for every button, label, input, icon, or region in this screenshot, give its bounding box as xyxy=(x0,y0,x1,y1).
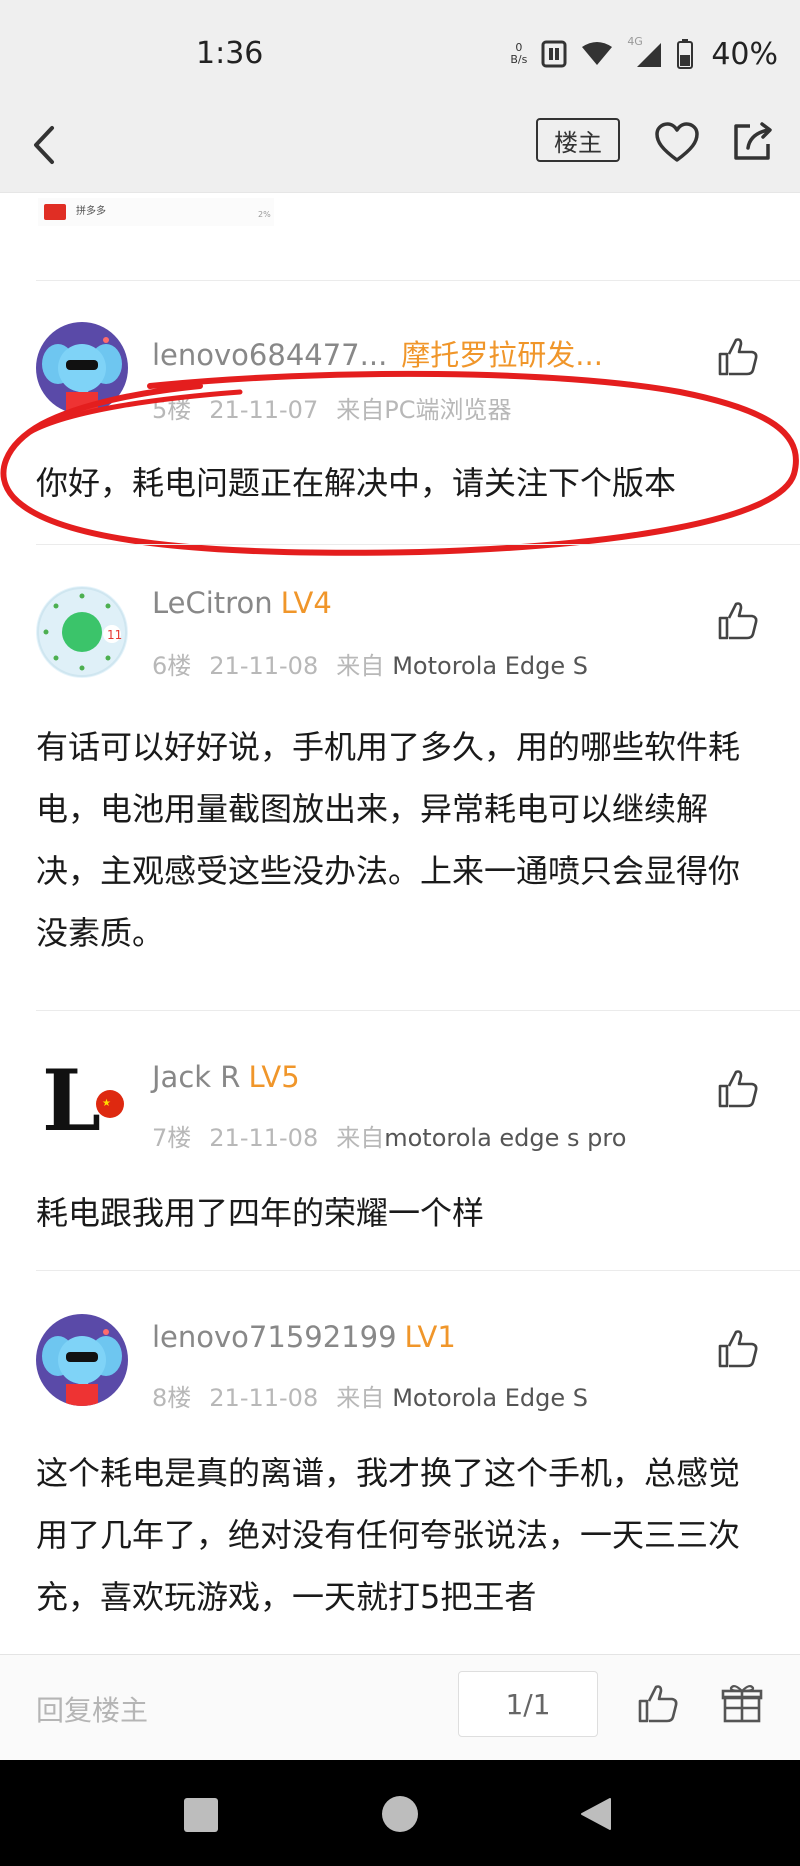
divider xyxy=(36,280,800,281)
floor-number: 6楼 xyxy=(152,652,192,680)
wifi-icon xyxy=(582,42,613,65)
username[interactable]: LeCitron xyxy=(152,586,273,620)
status-icons: 0 B/s 4G 40% xyxy=(510,34,778,74)
avatar[interactable]: L ★ xyxy=(36,1050,128,1142)
post-meta: 5楼 21-11-07 来自PC端浏览器 xyxy=(152,390,529,425)
heart-icon[interactable] xyxy=(652,118,702,168)
post-username-row: lenovo684477... 摩托罗拉研发... xyxy=(152,332,603,374)
username[interactable]: lenovo684477... xyxy=(152,338,387,372)
thumbs-up-icon[interactable] xyxy=(716,1326,760,1370)
username[interactable]: Jack R xyxy=(152,1060,240,1094)
floor-number: 7楼 xyxy=(152,1124,192,1152)
bottom-reply-bar: 回复楼主 1/1 xyxy=(0,1654,800,1761)
gift-icon[interactable] xyxy=(720,1681,764,1725)
thumbs-up-icon[interactable] xyxy=(636,1681,680,1725)
post-source: Motorola Edge S xyxy=(392,652,588,680)
avatar[interactable] xyxy=(36,1314,128,1406)
post-content: 有话可以好好说，手机用了多久，用的哪些软件耗电，电池用量截图放出来，异常耗电可以… xyxy=(36,728,741,952)
user-level-badge: LV4 xyxy=(280,586,332,620)
elephant-avatar-icon xyxy=(36,1314,128,1406)
elephant-avatar-icon xyxy=(36,322,128,414)
post-meta: 6楼 21-11-08 来自 Motorola Edge S xyxy=(152,646,606,681)
user-level-badge: LV5 xyxy=(248,1060,300,1094)
post-date: 21-11-07 xyxy=(209,396,319,424)
network-speed: 0 B/s xyxy=(510,41,528,66)
post-date: 21-11-08 xyxy=(209,652,319,680)
home-icon[interactable] xyxy=(382,1796,418,1832)
status-bar: 1:36 0 B/s 4G 40% xyxy=(0,0,800,100)
page-selector[interactable]: 1/1 xyxy=(458,1671,598,1737)
gothic-letter-avatar-icon: L ★ xyxy=(36,1050,128,1142)
svg-text:11: 11 xyxy=(107,628,122,642)
post-username-row: lenovo71592199 LV1 xyxy=(152,1320,456,1354)
signal-icon: 4G xyxy=(627,35,663,69)
back-triangle-icon[interactable] xyxy=(578,1796,614,1832)
avatar[interactable] xyxy=(36,322,128,414)
top-toolbar: 楼主 xyxy=(0,100,800,193)
divider xyxy=(36,1270,800,1271)
user-level-badge: LV1 xyxy=(404,1320,456,1354)
floor-number: 8楼 xyxy=(152,1384,192,1412)
post-source: Motorola Edge S xyxy=(392,1384,588,1412)
source-prefix: 来自 xyxy=(336,1124,385,1152)
recents-icon[interactable] xyxy=(184,1798,218,1832)
ad-title: 拼多多 xyxy=(76,206,106,217)
username[interactable]: lenovo71592199 xyxy=(152,1320,397,1354)
svg-text:★: ★ xyxy=(102,1098,111,1109)
post-meta: 7楼 21-11-08 来自motorola edge s pro xyxy=(152,1118,644,1153)
post-username-row: LeCitron LV4 xyxy=(152,586,332,620)
post-date: 21-11-08 xyxy=(209,1384,319,1412)
only-op-button[interactable]: 楼主 xyxy=(536,118,620,162)
thumbs-up-icon[interactable] xyxy=(716,334,760,378)
android-clock-avatar-icon: 11 xyxy=(36,586,128,678)
chevron-left-icon[interactable] xyxy=(22,120,72,170)
battery-icon xyxy=(677,39,694,69)
reply-input[interactable]: 回复楼主 xyxy=(36,1689,148,1729)
system-nav-bar xyxy=(0,1760,800,1866)
divider xyxy=(36,544,800,545)
post-source: motorola edge s pro xyxy=(384,1124,627,1152)
post-source: 来自PC端浏览器 xyxy=(336,396,512,424)
thumbs-up-icon[interactable] xyxy=(716,598,760,642)
post-username-row: Jack R LV5 xyxy=(152,1060,300,1094)
ad-percent: 2% xyxy=(258,210,271,219)
user-tag: 摩托罗拉研发... xyxy=(401,338,603,372)
avatar[interactable]: 11 xyxy=(36,586,128,678)
pinduoduo-logo-icon xyxy=(44,204,66,220)
status-time: 1:36 xyxy=(196,36,264,71)
divider xyxy=(36,1010,800,1011)
svg-text:L: L xyxy=(42,1051,101,1142)
post-date: 21-11-08 xyxy=(209,1124,319,1152)
source-prefix: 来自 xyxy=(336,652,385,680)
floor-number: 5楼 xyxy=(152,396,192,424)
nfc-icon xyxy=(541,40,567,68)
post-content: 你好，耗电问题正在解决中，请关注下个版本 xyxy=(36,464,677,502)
source-prefix: 来自 xyxy=(336,1384,385,1412)
thumbs-up-icon[interactable] xyxy=(716,1066,760,1110)
post-content: 这个耗电是真的离谱，我才换了这个手机，总感觉用了几年了，绝对没有任何夸张说法，一… xyxy=(36,1454,741,1616)
share-icon[interactable] xyxy=(728,116,778,166)
post-content: 耗电跟我用了四年的荣耀一个样 xyxy=(36,1194,485,1232)
ad-banner[interactable]: 拼多多 2% xyxy=(38,198,274,226)
battery-percent: 40% xyxy=(711,36,778,72)
post-meta: 8楼 21-11-08 来自 Motorola Edge S xyxy=(152,1378,606,1413)
